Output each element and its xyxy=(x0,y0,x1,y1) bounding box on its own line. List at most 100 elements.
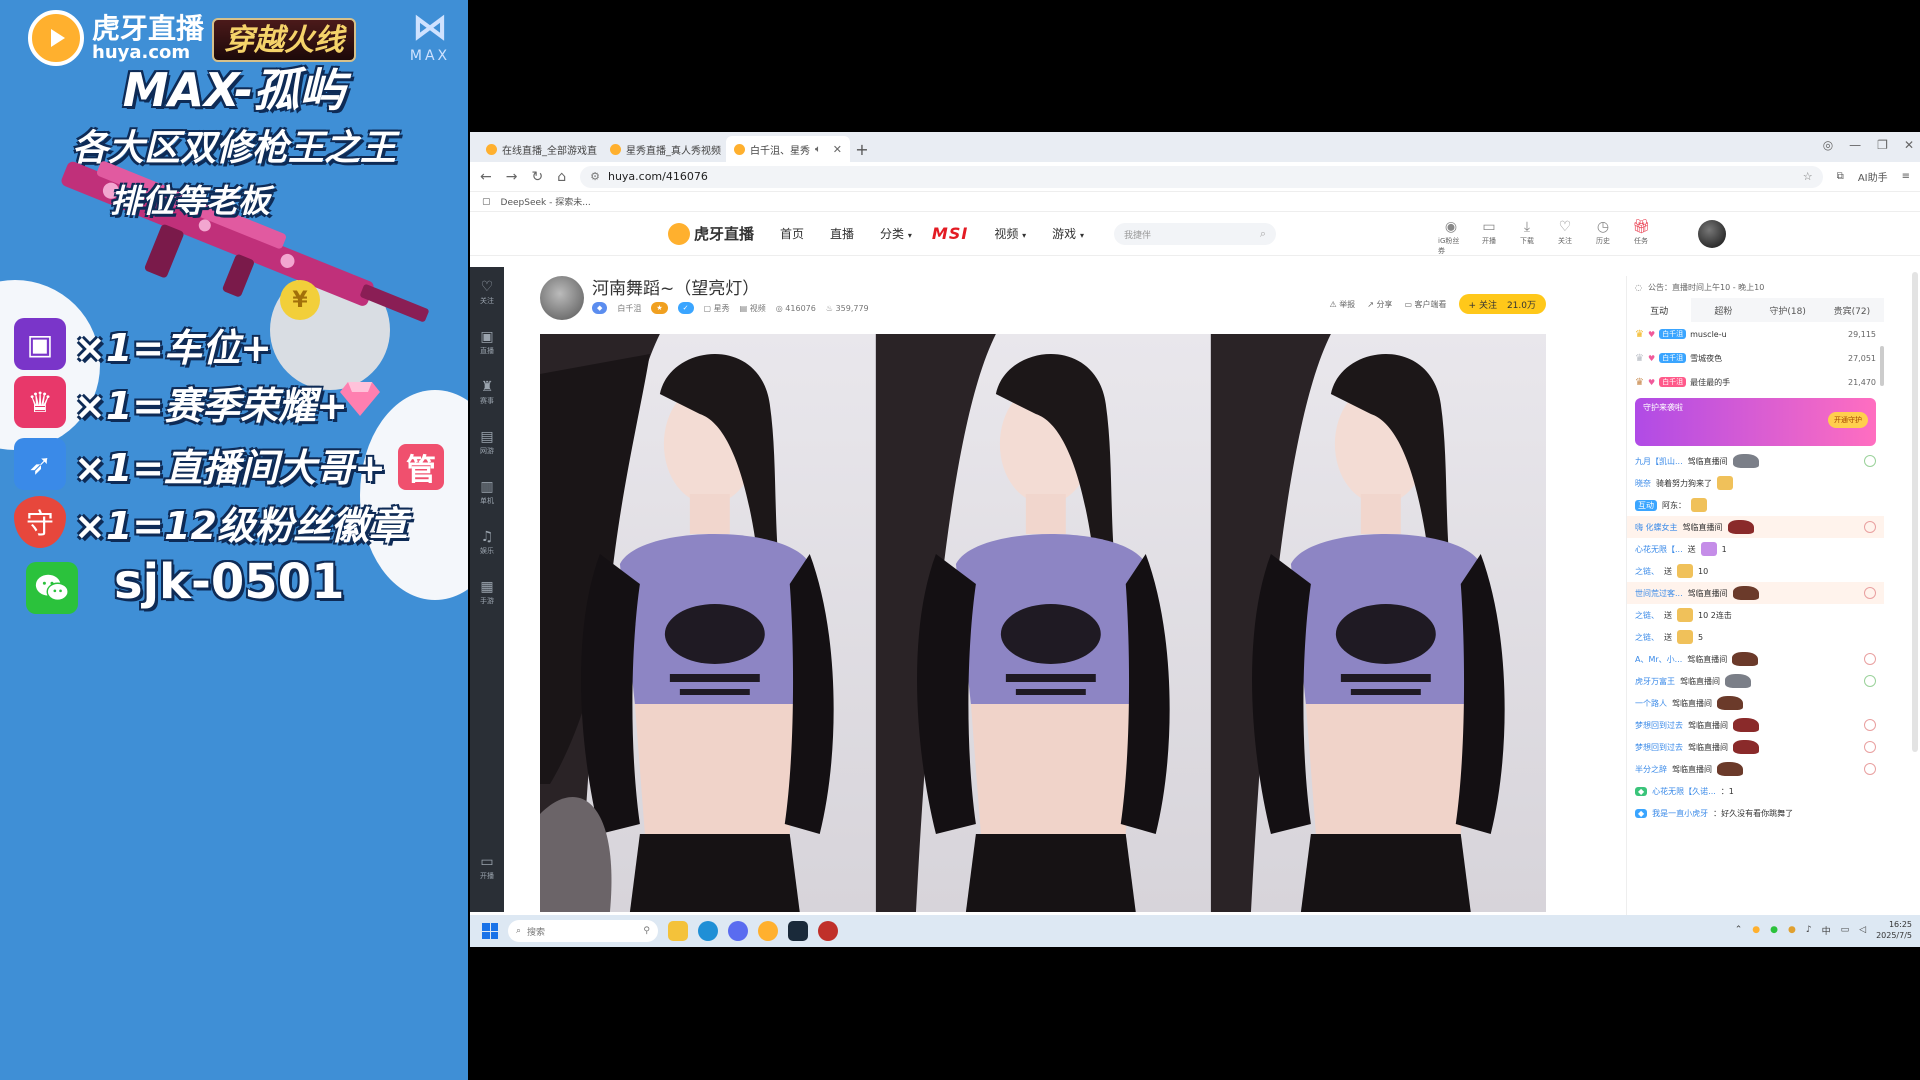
tray-expand-icon[interactable]: ⌃ xyxy=(1735,925,1743,935)
rail-item-follow[interactable]: ♡ 关注 xyxy=(470,267,504,317)
maximize-icon[interactable]: ❐ xyxy=(1877,138,1888,152)
share-button[interactable]: ↗ 分享 xyxy=(1367,299,1392,310)
huya-app-icon[interactable] xyxy=(758,921,778,941)
rank-row[interactable]: ♛ ♥ 白千沮 雪城夜色 27,051 xyxy=(1627,346,1884,370)
rail-item-online-games[interactable]: ▤ 网游 xyxy=(470,417,504,467)
rail-item-mobile-games[interactable]: ▦ 手游 xyxy=(470,567,504,617)
rail-item-broadcast[interactable]: ▭ 开播 xyxy=(470,842,504,892)
chat-scrollbar[interactable] xyxy=(1880,346,1884,386)
nav-video[interactable]: 视频 ▾ xyxy=(994,225,1026,242)
chat-user[interactable]: 之链、 xyxy=(1635,610,1659,621)
taskbar-clock[interactable]: 16:25 2025/7/5 xyxy=(1876,919,1912,941)
tray-app-icon[interactable]: ● xyxy=(1752,925,1760,935)
guard-open-button[interactable]: 开通守护 xyxy=(1828,412,1868,428)
chat-user[interactable]: A、Mr、小... xyxy=(1635,654,1682,665)
site-info-icon[interactable]: ⚙ xyxy=(590,170,600,183)
mic-icon[interactable]: ♪ xyxy=(1806,925,1812,935)
reload-icon[interactable]: ↻ xyxy=(531,169,543,185)
url-field[interactable]: ⚙ huya.com/416076 ☆ xyxy=(580,165,1823,188)
header-download-button[interactable]: ⤓ 下载 xyxy=(1514,218,1540,256)
forward-icon[interactable]: → xyxy=(506,169,518,185)
chat-user[interactable]: 一个路人 xyxy=(1635,698,1667,709)
site-search-input[interactable]: 我捷伴 ⌕ xyxy=(1114,223,1276,245)
header-follow-button[interactable]: ♡ 关注 xyxy=(1552,218,1578,256)
guard-promo-banner[interactable]: 守护来袭啦 开通守护 xyxy=(1635,398,1876,446)
profile-icon[interactable]: ◎ xyxy=(1823,138,1833,152)
nav-live[interactable]: 直播 xyxy=(830,225,854,242)
page-scrollbar[interactable] xyxy=(1912,272,1918,752)
browser-app-icon[interactable] xyxy=(728,921,748,941)
tray-app-icon[interactable]: ● xyxy=(1788,925,1796,935)
minimize-icon[interactable]: — xyxy=(1849,138,1861,152)
game-app-icon[interactable] xyxy=(818,921,838,941)
extensions-icon[interactable]: ⧉ xyxy=(1837,171,1844,182)
rank-row[interactable]: ♛ ♥ 白千沮 最佳最的手 21,470 xyxy=(1627,370,1884,394)
menu-icon[interactable]: ≡ xyxy=(1902,171,1910,182)
browser-tab[interactable]: 在线直播_全部游戏直 xyxy=(478,136,602,162)
rail-item-live[interactable]: ▣ 直播 xyxy=(470,317,504,367)
video-link[interactable]: ▤ 视频 xyxy=(740,303,766,314)
category-link[interactable]: ▢ 星秀 xyxy=(704,303,730,314)
ai-assistant-button[interactable]: AI助手 xyxy=(1858,169,1888,184)
chat-user[interactable]: 九月【凯山... xyxy=(1635,456,1683,467)
user-avatar[interactable] xyxy=(1698,220,1726,248)
bookmark-folder-icon[interactable]: ▢ xyxy=(482,197,491,207)
msi-logo[interactable]: MSI xyxy=(932,224,968,243)
header-ai-button[interactable]: ◉ iG粉丝券 xyxy=(1438,218,1464,256)
chat-user[interactable]: 晓奈 xyxy=(1635,478,1651,489)
browser-tab[interactable]: 星秀直播_真人秀视频 xyxy=(602,136,726,162)
ime-indicator[interactable]: 中 xyxy=(1822,924,1831,937)
streamer-avatar[interactable] xyxy=(540,276,584,320)
back-icon[interactable]: ← xyxy=(480,169,492,185)
video-player[interactable] xyxy=(540,334,1546,912)
rail-item-single-player[interactable]: ▥ 单机 xyxy=(470,467,504,517)
chat-user[interactable]: 心花无限【... xyxy=(1635,544,1683,555)
header-broadcast-button[interactable]: ▭ 开播 xyxy=(1476,218,1502,256)
chat-user[interactable]: 嗨 化蝶女主 xyxy=(1635,522,1678,533)
nav-category[interactable]: 分类 ▾ xyxy=(880,225,912,242)
rank-row[interactable]: ♛ ♥ 白千沮 muscle-u 29,115 xyxy=(1627,322,1884,346)
new-tab-button[interactable]: + xyxy=(850,136,874,162)
start-button[interactable] xyxy=(482,923,498,939)
edge-icon[interactable] xyxy=(698,921,718,941)
huya-logo: 虎牙直播 huya.com xyxy=(28,10,204,66)
search-icon[interactable]: ⌕ xyxy=(1260,227,1266,241)
header-task-button[interactable]: 🎁︎ 任务 xyxy=(1628,218,1654,256)
close-window-icon[interactable]: ✕ xyxy=(1904,138,1914,152)
tab-guardians[interactable]: 守护(18) xyxy=(1756,298,1820,322)
client-button[interactable]: ▭ 客户端看 xyxy=(1404,299,1446,310)
chat-user[interactable]: 梦想回到过去 xyxy=(1635,742,1683,753)
chat-user[interactable]: 世间荒过客... xyxy=(1635,588,1683,599)
chat-user[interactable]: 我是一直小虎牙 xyxy=(1652,808,1708,819)
bookmark-star-icon[interactable]: ☆ xyxy=(1803,170,1813,183)
wechat-tray-icon[interactable]: ● xyxy=(1770,925,1778,935)
chat-user[interactable]: 虎牙万富王 xyxy=(1635,676,1675,687)
speaker-icon[interactable]: 🔈︎ xyxy=(815,144,821,155)
site-logo[interactable]: 虎牙直播 xyxy=(668,222,754,245)
obs-icon[interactable] xyxy=(788,921,808,941)
chat-user[interactable]: 之链、 xyxy=(1635,632,1659,643)
browser-tab-active[interactable]: 白千沮、星秀 🔈︎ ✕ xyxy=(726,136,850,162)
header-history-button[interactable]: ◷ 历史 xyxy=(1590,218,1616,256)
tab-super-fans[interactable]: 超粉 xyxy=(1691,298,1755,322)
rail-item-entertainment[interactable]: ♫ 娱乐 xyxy=(470,517,504,567)
taskbar-search[interactable]: ⌕ 搜索 ⚲ xyxy=(508,920,658,942)
report-button[interactable]: ⚠ 举报 xyxy=(1329,299,1355,310)
tab-vip[interactable]: 贵宾(72) xyxy=(1820,298,1884,322)
nav-home[interactable]: 首页 xyxy=(780,225,804,242)
chat-user[interactable]: 半分之辞 xyxy=(1635,764,1667,775)
rail-item-esports[interactable]: ♜ 赛事 xyxy=(470,367,504,417)
chat-user[interactable]: 心花无限【久诺... xyxy=(1652,786,1716,797)
bookmark-item[interactable]: DeepSeek - 探索未... xyxy=(501,195,591,208)
file-explorer-icon[interactable] xyxy=(668,921,688,941)
home-icon[interactable]: ⌂ xyxy=(557,169,566,185)
streamer-name[interactable]: 白千沮 xyxy=(617,303,641,314)
volume-icon[interactable]: ◁ xyxy=(1859,925,1866,935)
nav-game[interactable]: 游戏 ▾ xyxy=(1052,225,1084,242)
follow-button[interactable]: + 关注 21.0万 xyxy=(1458,294,1546,314)
tab-interact[interactable]: 互动 xyxy=(1627,298,1692,322)
chat-user[interactable]: 梦想回到过去 xyxy=(1635,720,1683,731)
network-icon[interactable]: ▭ xyxy=(1841,925,1850,935)
close-tab-icon[interactable]: ✕ xyxy=(833,143,842,156)
chat-user[interactable]: 之链、 xyxy=(1635,566,1659,577)
